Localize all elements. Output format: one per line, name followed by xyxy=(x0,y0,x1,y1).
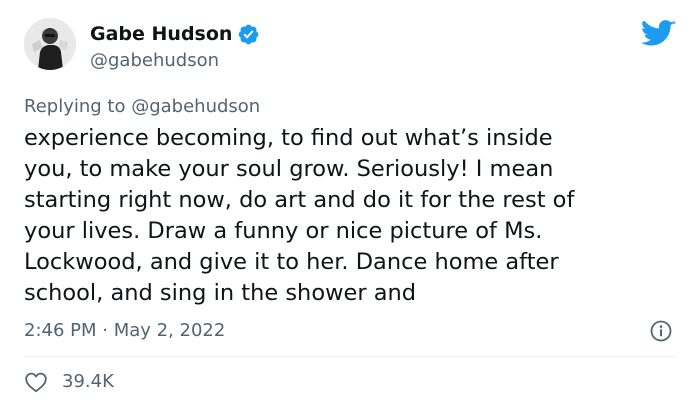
avatar[interactable] xyxy=(24,18,76,70)
tweet-card: Gabe Hudson @gabehudson Replying to @gab… xyxy=(0,0,700,410)
verified-badge-icon xyxy=(237,23,260,46)
author-display-name[interactable]: Gabe Hudson xyxy=(90,22,232,46)
like-count: 39.4K xyxy=(62,371,114,392)
heart-icon[interactable] xyxy=(24,371,48,393)
info-icon[interactable] xyxy=(650,320,672,342)
author-handle[interactable]: @gabehudson xyxy=(90,50,219,72)
tweet-text: experience becoming, to find out what’s … xyxy=(24,125,575,306)
twitter-bird-icon[interactable] xyxy=(640,20,676,48)
divider xyxy=(24,356,676,357)
author-name-row[interactable]: Gabe Hudson xyxy=(90,22,260,46)
like-button[interactable]: 39.4K xyxy=(24,371,114,393)
tweet-timestamp[interactable]: 2:46 PM · May 2, 2022 xyxy=(24,320,225,342)
avatar-image xyxy=(24,18,76,70)
reply-mention-link[interactable]: @gabehudson xyxy=(131,96,260,117)
reply-context: Replying to @gabehudson xyxy=(24,96,260,118)
reply-prefix: Replying to xyxy=(24,96,126,117)
